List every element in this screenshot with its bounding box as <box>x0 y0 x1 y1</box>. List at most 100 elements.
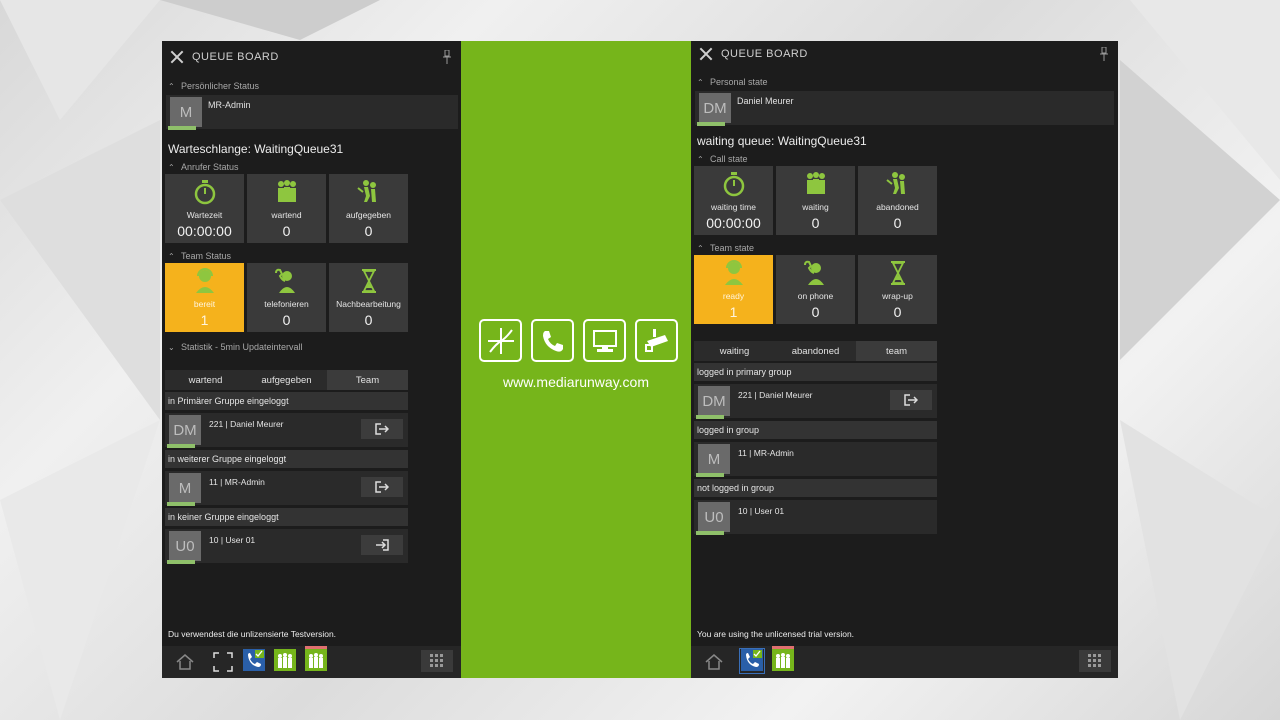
tile-on-phone[interactable]: on phone 0 <box>776 255 855 324</box>
stopwatch-icon <box>194 180 215 205</box>
headset-agent-icon <box>195 268 214 293</box>
chevron-up-icon: ⌃ <box>697 154 704 164</box>
current-user: M MR-Admin <box>166 95 458 130</box>
queue-app-icon[interactable] <box>274 649 296 671</box>
tab-abandoned[interactable]: aufgegeben <box>246 370 327 390</box>
logout-button[interactable] <box>361 419 403 439</box>
list-item: M 11 | MR-Admin <box>165 471 408 506</box>
list-item: M 11 | MR-Admin <box>694 442 937 477</box>
hourglass-icon <box>361 269 376 293</box>
tab-waiting[interactable]: waiting <box>694 341 775 361</box>
tile-abandoned[interactable]: aufgegeben 0 <box>329 174 408 243</box>
chevron-down-icon: ⌄ <box>168 342 175 352</box>
section-team-status[interactable]: ⌃ Team Status <box>162 249 461 263</box>
grid-icon <box>1088 654 1101 667</box>
logout-button[interactable] <box>361 477 403 497</box>
logout-icon <box>375 423 389 435</box>
queue-board-panel-right: QUEUE BOARD ⌃ Personal state DM Daniel M… <box>691 41 1118 678</box>
tab-waiting[interactable]: wartend <box>165 370 246 390</box>
trial-notice: Du verwendest die unlizensierte Testvers… <box>168 629 337 639</box>
group-head-primary: in Primärer Gruppe eingeloggt <box>165 392 408 410</box>
tile-on-phone[interactable]: telefonieren 0 <box>247 263 326 332</box>
chevron-up-icon: ⌃ <box>697 243 704 253</box>
apps-grid-button[interactable] <box>421 650 453 672</box>
caller-tiles: Wartezeit 00:00:00 wartend 0 aufgegeben … <box>162 174 461 243</box>
taskbar <box>691 646 1118 678</box>
tab-team[interactable]: team <box>856 341 937 361</box>
queue-board-app-icon[interactable] <box>772 649 794 671</box>
tile-ready[interactable]: bereit 1 <box>165 263 244 332</box>
tile-waiting-time[interactable]: Wartezeit 00:00:00 <box>165 174 244 243</box>
login-icon <box>376 539 389 551</box>
window-title: QUEUE BOARD <box>721 48 808 60</box>
tile-waiting[interactable]: wartend 0 <box>247 174 326 243</box>
chevron-up-icon: ⌃ <box>168 251 175 261</box>
avatar: U0 <box>167 531 201 564</box>
chevron-up-icon: ⌃ <box>168 81 175 91</box>
people-abandoned-icon <box>356 180 376 202</box>
tile-wrap-up[interactable]: Nachbearbeitung 0 <box>329 263 408 332</box>
avatar: DM <box>697 93 731 126</box>
home-icon[interactable] <box>174 651 196 673</box>
pin-icon[interactable] <box>443 50 451 64</box>
chevron-up-icon: ⌃ <box>697 77 704 87</box>
phone-app-icon[interactable] <box>741 649 763 671</box>
tab-team[interactable]: Team <box>327 370 408 390</box>
titlebar: QUEUE BOARD <box>691 41 1118 67</box>
tile-waiting-time[interactable]: waiting time 00:00:00 <box>694 166 773 235</box>
avatar: U0 <box>696 502 730 535</box>
group-head-other: in weiterer Gruppe eingeloggt <box>165 450 408 468</box>
tile-wrap-up[interactable]: wrap-up 0 <box>858 255 937 324</box>
titlebar: QUEUE BOARD <box>162 41 461 73</box>
logout-icon <box>375 481 389 493</box>
people-abandoned-icon <box>885 172 905 194</box>
grid-icon <box>430 654 443 667</box>
camera-logo-icon <box>635 319 678 362</box>
group-head-none: in keiner Gruppe eingeloggt <box>165 508 408 526</box>
current-user: DM Daniel Meurer <box>695 91 1114 126</box>
list-item: U0 10 | User 01 <box>165 529 408 564</box>
apps-grid-button[interactable] <box>1079 650 1111 672</box>
list-item: DM 221 | Daniel Meurer <box>694 384 937 419</box>
phone-app-icon[interactable] <box>243 649 265 671</box>
avatar: M <box>168 97 202 130</box>
chevron-up-icon: ⌃ <box>168 162 175 172</box>
tab-abandoned[interactable]: abandoned <box>775 341 856 361</box>
group-head-none: not logged in group <box>694 479 937 497</box>
login-button[interactable] <box>361 535 403 555</box>
agent-phone-icon <box>274 268 295 293</box>
tile-ready[interactable]: ready 1 <box>694 255 773 324</box>
section-personal-status[interactable]: ⌃ Persönlicher Status <box>162 79 461 93</box>
list-item: U0 10 | User 01 <box>694 500 937 535</box>
stopwatch-icon <box>723 172 744 197</box>
tile-abandoned[interactable]: abandoned 0 <box>858 166 937 235</box>
section-call-state[interactable]: ⌃ Call state <box>691 152 1118 166</box>
agent-phone-icon <box>803 260 824 285</box>
close-icon[interactable] <box>170 50 184 64</box>
people-waiting-icon <box>277 180 296 202</box>
logout-button[interactable] <box>890 390 932 410</box>
section-statistics[interactable]: ⌄ Statistik - 5min Updateintervall <box>162 340 461 354</box>
people-waiting-icon <box>806 172 825 194</box>
logout-icon <box>904 394 918 406</box>
website-url[interactable]: www.mediarunway.com <box>461 374 691 390</box>
trial-notice: You are using the unlicensed trial versi… <box>697 629 855 639</box>
section-team-state[interactable]: ⌃ Team state <box>691 241 1118 255</box>
stats-tabs: wartend aufgegeben Team <box>165 370 408 390</box>
section-caller-status[interactable]: ⌃ Anrufer Status <box>162 160 461 174</box>
stats-tabs: waiting abandoned team <box>694 341 937 361</box>
avatar: DM <box>167 415 201 448</box>
hourglass-icon <box>890 261 905 285</box>
close-icon[interactable] <box>699 47 713 61</box>
pin-icon[interactable] <box>1100 47 1108 61</box>
brand-panel: www.mediarunway.com <box>461 41 691 678</box>
home-icon[interactable] <box>703 651 725 673</box>
avatar: M <box>167 473 201 506</box>
section-personal-state[interactable]: ⌃ Personal state <box>691 75 1118 89</box>
tile-waiting[interactable]: waiting 0 <box>776 166 855 235</box>
fullscreen-icon[interactable] <box>212 651 234 673</box>
queue-board-app-icon[interactable] <box>305 649 327 671</box>
taskbar <box>162 646 461 678</box>
user-name: MR-Admin <box>208 100 251 110</box>
headset-agent-icon <box>724 260 743 285</box>
